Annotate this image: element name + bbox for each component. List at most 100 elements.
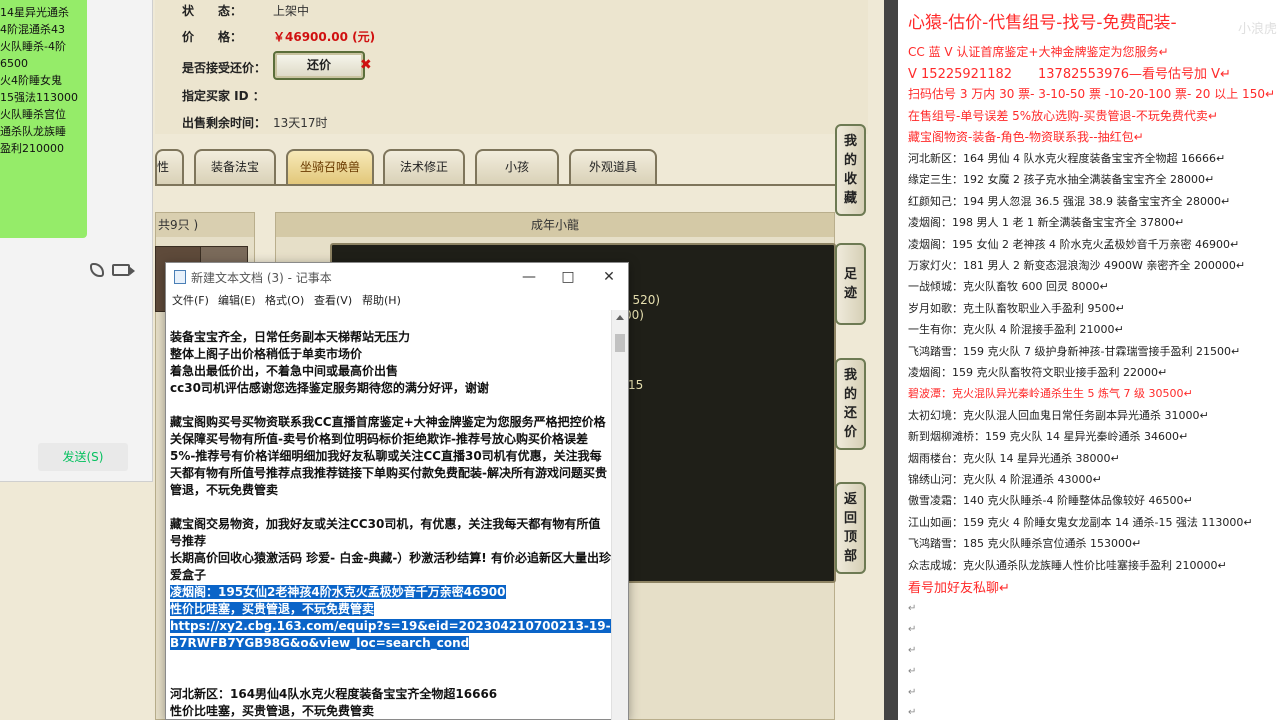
maximize-icon[interactable]: □ <box>553 267 583 287</box>
selected-text: https://xy2.cbg.163.com/equip?s=19&eid=2… <box>170 619 611 650</box>
notepad-scrollbar[interactable] <box>611 310 628 720</box>
paragraph-mark: ↵ <box>908 624 917 635</box>
notepad-paragraph: 藏宝阁交易物资，加我好友或关注CC30司机，有优惠，关注我每天都有物有所值号推荐 <box>170 517 601 548</box>
notepad-paragraph: cc30司机评估感谢您选择鉴定服务期待您的满分好评，谢谢 <box>170 381 489 395</box>
video-call-icon[interactable] <box>112 264 135 276</box>
notepad-paragraph: 藏宝阁购买号买物资联系我CC直播首席鉴定+大神金牌鉴定为您服务严格把控价格关保障… <box>170 415 607 497</box>
listing-line: 飞鸿踏雪：159 克火队 7 级护身新神孩-甘霖瑞雪接手盈利 21500↵ <box>908 344 1241 358</box>
tab-spell-correction[interactable]: 法术修正 <box>383 149 465 184</box>
notepad-paragraph: 性价比哇塞，买贵管退，不玩免费管卖 <box>168 601 611 618</box>
close-icon[interactable]: ✕ <box>594 267 624 287</box>
menu-view[interactable]: 查看(V) <box>314 292 352 308</box>
menu-file[interactable]: 文件(F) <box>172 292 209 308</box>
chat-line: 通杀队龙族睡 <box>0 125 66 138</box>
notepad-paragraph <box>168 397 611 414</box>
notepad-paragraph: 着急出最低价出，不着急中间或最高价出售 <box>170 364 399 378</box>
back-to-top-button[interactable]: 返回顶部 <box>835 482 866 574</box>
ad-line: 藏宝阁物资-装备-角色-物资联系我--抽红包↵ <box>908 130 1144 144</box>
tab-equipment[interactable]: 装备法宝 <box>194 149 276 184</box>
notepad-window: 新建文本文档 (3) - 记事本 — □ ✕ 文件(F) 编辑(E) 格式(O)… <box>165 262 629 720</box>
buyer-id-label: 指定买家 ID ： <box>182 89 265 103</box>
listing-line: 红颜知己：194 男人忽混 36.5 强混 38.9 装备宝宝齐全 28000↵ <box>908 194 1231 208</box>
listing-line: 河北新区：164 男仙 4 队水克火程度装备宝宝齐全物超 16666↵ <box>908 152 1226 165</box>
notepad-paragraph: https://xy2.cbg.163.com/equip?s=19&eid=2… <box>168 618 611 652</box>
footprint-button[interactable]: 足迹 <box>835 243 866 325</box>
notepad-title: 新建文本文档 (3) - 记事本 <box>191 271 332 285</box>
notepad-paragraph: 整体上阁子出价格稍低于单卖市场价 <box>170 347 363 361</box>
listing-line: 烟雨楼台：克火队 14 星异光通杀 38000↵ <box>908 451 1120 465</box>
listing-line: 一生有你：克火队 4 阶混接手盈利 21000↵ <box>908 323 1124 337</box>
paragraph-mark: ↵ <box>908 645 917 656</box>
bargain-disabled-x-icon: ✖ <box>360 57 372 73</box>
listing-line: 新到烟柳滩桥：159 克火队 14 星异光秦岭通杀 34600↵ <box>908 430 1189 444</box>
ad-line: V 15225921182 13782553976—看号估号加 V↵ <box>908 67 1231 82</box>
chat-line: 14星异光通杀 <box>0 6 69 19</box>
paragraph-mark: ↵ <box>908 707 917 718</box>
my-favorites-button[interactable]: 我的收藏 <box>835 124 866 216</box>
notepad-titlebar[interactable]: 新建文本文档 (3) - 记事本 — □ ✕ <box>166 263 628 290</box>
selected-text: 性价比哇塞，买贵管退，不玩免费管卖 <box>170 602 375 616</box>
document-heading: 心猿-估价-代售组号-找号-免费配装- <box>908 13 1177 33</box>
chat-message-bubble[interactable]: 14星异光通杀 4阶混通杀43 火队睡杀-4阶 6500 火4阶睡女鬼 15强法… <box>0 0 87 238</box>
pet-stat: ( 520) <box>624 293 661 307</box>
footer-line: 看号加好友私聊↵ <box>908 581 1010 596</box>
notepad-paragraph: 长期高价回收心猿激活码 珍爱- 白金-典藏-）秒激活秒结算! 有价必追新区大量出… <box>170 551 611 582</box>
bargain-button[interactable]: 还价 <box>273 51 365 80</box>
status-label: 状 态： <box>182 4 243 18</box>
listing-line: 飞鸿踏雪：185 克火队睡杀宫位通杀 153000↵ <box>908 537 1142 551</box>
price-value: ￥46900.00 (元) <box>273 30 376 44</box>
ad-line: 扫码估号 3 万内 30 票- 3-10-50 票 -10-20-100 票- … <box>908 87 1276 101</box>
menu-help[interactable]: 帮助(H) <box>362 292 401 308</box>
tab-children[interactable]: 小孩 <box>475 149 559 184</box>
send-button[interactable]: 发送(S) <box>38 443 128 471</box>
tab-divider <box>155 184 835 186</box>
listing-line: 一战倾城：克火队畜牧 600 回灵 8000↵ <box>908 280 1109 294</box>
notepad-icon <box>174 270 186 284</box>
pet-name-header: 成年小龍 <box>276 213 834 237</box>
listing-line: 江山如画：159 克火 4 阶睡女鬼女龙副本 14 通杀-15 强法 11300… <box>908 515 1253 529</box>
selected-text: 凌烟阁：195女仙2老神孩4阶水克火孟极妙音千万亲密46900 <box>170 585 506 599</box>
chat-line: 盈利210000 <box>0 142 64 155</box>
minimize-icon[interactable]: — <box>514 267 544 287</box>
notepad-paragraph: 河北新区：164男仙4队水克火程度装备宝宝齐全物超16666 <box>170 687 498 701</box>
notepad-text-area[interactable]: 装备宝宝齐全，日常任务副本天梯帮站无压力 整体上阁子出价格稍低于单卖市场价着急出最… <box>168 329 611 720</box>
notepad-paragraph: 凌烟阁：195女仙2老神孩4阶水克火孟极妙音千万亲密46900 <box>168 584 611 601</box>
watermark: 小浪虎 <box>1238 22 1278 37</box>
remaining-time-label: 出售剩余时间： <box>182 116 267 130</box>
paragraph-mark: ↵ <box>908 603 917 614</box>
chat-line: 15强法113000 <box>0 91 78 104</box>
menu-edit[interactable]: 编辑(E) <box>218 292 256 308</box>
status-value: 上架中 <box>273 4 310 18</box>
scroll-thumb[interactable] <box>615 334 625 352</box>
notepad-paragraph: 性价比哇塞，买贵管退，不玩免费管卖 <box>170 704 375 718</box>
listing-line: 锦绣山河：克火队 4 阶混通杀 43000↵ <box>908 473 1102 486</box>
tab-mounts-pets[interactable]: 坐骑召唤兽 <box>286 149 374 184</box>
listing-line: 凌烟阁：195 女仙 2 老神孩 4 阶水克火孟极妙音千万亲密 46900↵ <box>908 237 1240 251</box>
document-pane: 心猿-估价-代售组号-找号-免费配装- CC 蓝 V 认证首席鉴定+大神金牌鉴定… <box>898 0 1280 720</box>
listing-line: 傲雪凌霜：140 克火队睡杀-4 阶睡整体品像较好 46500↵ <box>908 494 1193 508</box>
tab-attributes[interactable]: 性 <box>155 149 184 184</box>
pet-count-header: 共9只 ) <box>156 213 254 237</box>
bargain-label: 是否接受还价： <box>182 61 267 75</box>
tab-appearance-items[interactable]: 外观道具 <box>569 149 657 184</box>
chat-line: 火队睡杀-4阶 <box>0 40 66 53</box>
paragraph-mark: ↵ <box>908 687 917 698</box>
my-bargains-button[interactable]: 我的还价 <box>835 358 866 450</box>
chat-line: 火4阶睡女鬼 <box>0 74 62 87</box>
notepad-paragraph <box>168 652 611 669</box>
paragraph-mark: ↵ <box>908 666 917 677</box>
notepad-paragraph <box>168 499 611 516</box>
notepad-paragraph: 装备宝宝齐全，日常任务副本天梯帮站无压力 <box>170 330 411 344</box>
listing-line: 碧波潭：克火混队异光秦岭通杀生生 5 炼气 7 级 30500↵ <box>908 387 1193 401</box>
chat-line: 火队睡杀宫位 <box>0 108 66 121</box>
ad-line: CC 蓝 V 认证首席鉴定+大神金牌鉴定为您服务↵ <box>908 45 1169 59</box>
price-label: 价 格： <box>182 30 243 44</box>
notepad-menubar: 文件(F) 编辑(E) 格式(O) 查看(V) 帮助(H) <box>166 290 628 310</box>
chat-line: 4阶混通杀43 <box>0 23 65 36</box>
scroll-up-icon[interactable] <box>616 315 624 320</box>
listing-line: 凌烟阁：198 男人 1 老 1 新全满装备宝宝齐全 37800↵ <box>908 216 1185 230</box>
menu-format[interactable]: 格式(O) <box>265 292 304 308</box>
voice-call-icon[interactable] <box>90 263 104 277</box>
listing-line: 太初幻境：克火队混人回血鬼日常任务副本异光通杀 31000↵ <box>908 408 1209 422</box>
window-separator <box>884 0 898 720</box>
